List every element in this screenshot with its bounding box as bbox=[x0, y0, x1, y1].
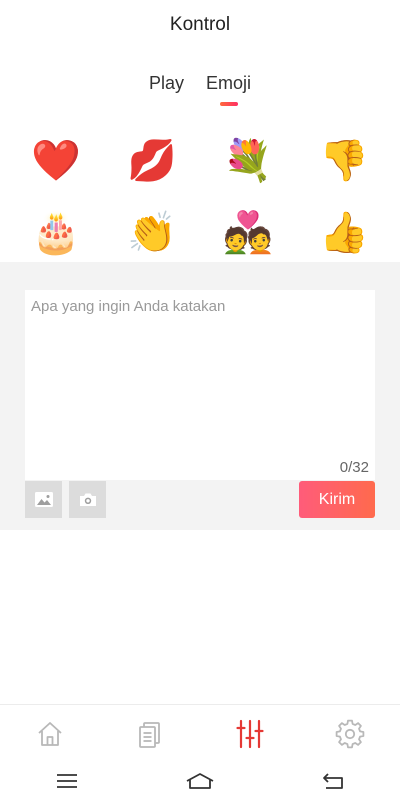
nav-home[interactable] bbox=[20, 705, 80, 763]
nav-documents[interactable] bbox=[120, 705, 180, 763]
camera-icon bbox=[79, 493, 96, 506]
control-sliders-icon bbox=[236, 719, 264, 748]
system-navigation-bar bbox=[0, 762, 400, 800]
home-icon bbox=[38, 721, 62, 746]
documents-icon bbox=[139, 721, 160, 748]
lips-icon[interactable]: 💋 bbox=[104, 136, 200, 186]
menu-icon bbox=[56, 774, 77, 788]
nav-settings[interactable] bbox=[320, 705, 380, 763]
compose-panel: 0/32 Kirim bbox=[0, 262, 400, 530]
birthday-cake-icon[interactable]: 🎂 bbox=[8, 208, 104, 258]
character-counter: 0/32 bbox=[339, 459, 369, 476]
heart-icon[interactable]: ❤️ bbox=[8, 136, 104, 186]
tab-bar: Play Emoji bbox=[0, 73, 400, 106]
couple-with-heart-icon[interactable]: 💑 bbox=[200, 208, 296, 258]
message-box: 0/32 bbox=[25, 290, 375, 480]
tab-emoji[interactable]: Emoji bbox=[206, 73, 252, 106]
emoji-grid: ❤️ 💋 💐 👎 🎂 👏 💑 👍 bbox=[8, 136, 392, 258]
clapping-hands-icon[interactable]: 👏 bbox=[104, 208, 200, 258]
attach-image-button[interactable] bbox=[25, 481, 62, 518]
send-button[interactable]: Kirim bbox=[299, 481, 375, 518]
message-input[interactable] bbox=[25, 290, 375, 450]
tab-play[interactable]: Play bbox=[149, 73, 184, 94]
back-icon bbox=[323, 773, 344, 789]
bouquet-icon[interactable]: 💐 bbox=[200, 136, 296, 186]
home-outline-icon bbox=[186, 773, 214, 789]
image-icon bbox=[34, 492, 53, 507]
active-tab-indicator bbox=[219, 102, 238, 106]
settings-gear-icon bbox=[335, 719, 365, 748]
tab-emoji-label: Emoji bbox=[206, 73, 252, 93]
tab-play-label: Play bbox=[148, 73, 184, 93]
system-home-button[interactable] bbox=[170, 762, 230, 800]
attach-camera-button[interactable] bbox=[69, 481, 106, 518]
system-menu-button[interactable] bbox=[37, 762, 97, 800]
nav-control[interactable] bbox=[220, 705, 280, 763]
page-title: Kontrol bbox=[169, 14, 231, 35]
thumbs-down-icon[interactable]: 👎 bbox=[296, 136, 392, 186]
bottom-navigation bbox=[0, 704, 400, 762]
thumbs-up-icon[interactable]: 👍 bbox=[296, 208, 392, 258]
system-back-button[interactable] bbox=[303, 762, 363, 800]
